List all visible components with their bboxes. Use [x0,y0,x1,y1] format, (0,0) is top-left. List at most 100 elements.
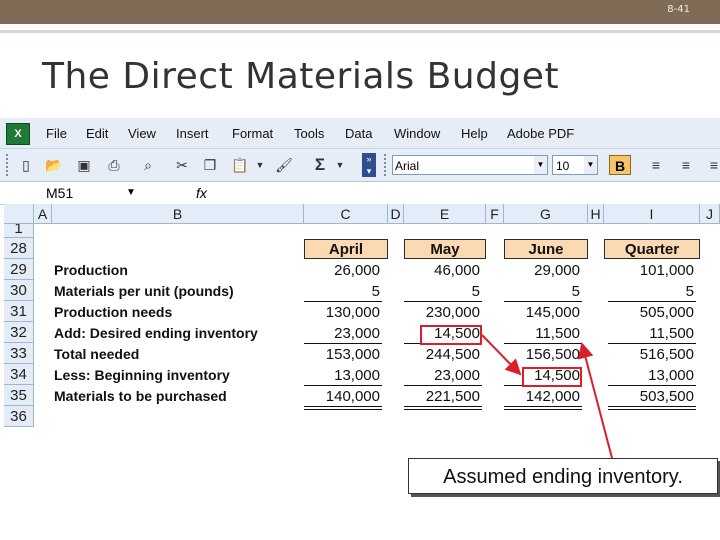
cell-june[interactable]: 156,500 [504,344,580,365]
fx-icon[interactable]: fx [196,183,207,203]
autosum-dropdown-icon[interactable]: ▼ [334,155,346,175]
excel-window: X File Edit View Insert Format Tools Dat… [0,118,720,438]
chevron-down-icon[interactable]: ▼ [126,183,136,203]
menu-file[interactable]: File [46,126,67,141]
save-icon[interactable]: ▣ [74,155,94,175]
cell-quarter[interactable]: 11,500 [604,323,694,344]
column-header-c[interactable]: C [304,204,388,224]
formatting-toolbar-grip[interactable] [384,154,390,176]
toolbar-options-icon[interactable]: » ▾ [362,153,376,177]
cell-april[interactable]: 5 [304,281,380,302]
cell-may[interactable]: 5 [404,281,480,302]
row-label-production[interactable]: Production [54,260,128,281]
row-header-1[interactable]: 1 [4,224,34,238]
cut-icon[interactable]: ✂ [172,155,192,175]
row-header-29[interactable]: 29 [4,259,34,280]
paste-icon[interactable]: 📋 [230,155,250,175]
cell-quarter[interactable]: 505,000 [604,302,694,323]
row-header-30[interactable]: 30 [4,280,34,301]
menu-view[interactable]: View [128,126,156,141]
cell-quarter[interactable]: 5 [604,281,694,302]
cell-june[interactable]: 145,000 [504,302,580,323]
annotation-callout: Assumed ending inventory. [408,458,720,497]
align-center-icon[interactable]: ≡ [676,155,696,175]
select-all-corner[interactable] [4,204,34,224]
menu-tools[interactable]: Tools [294,126,324,141]
align-right-icon[interactable]: ≡ [704,155,720,175]
chevron-down-icon[interactable]: ▼ [534,156,547,174]
name-box-value: M51 [46,185,74,201]
cell-april[interactable]: 153,000 [304,344,380,365]
row-header-36[interactable]: 36 [4,406,34,427]
row-header-31[interactable]: 31 [4,301,34,322]
cell-may[interactable]: 46,000 [404,260,480,281]
align-left-icon[interactable]: ≡ [646,155,666,175]
menu-adobe-pdf[interactable]: Adobe PDF [507,126,574,141]
font-name-select[interactable]: Arial ▼ [392,155,548,175]
cell-april[interactable]: 26,000 [304,260,380,281]
cell-june[interactable]: 29,000 [504,260,580,281]
cell-may[interactable]: 230,000 [404,302,480,323]
slide-divider [0,30,720,33]
column-header-g[interactable]: G [504,204,588,224]
menu-format[interactable]: Format [232,126,273,141]
cell-may[interactable]: 23,000 [404,365,480,386]
cell-april[interactable]: 13,000 [304,365,380,386]
row-header-33[interactable]: 33 [4,343,34,364]
cell-june[interactable]: 142,000 [504,386,580,407]
row-label-desired-ending-inventory[interactable]: Add: Desired ending inventory [54,323,258,344]
cell-quarter[interactable]: 101,000 [604,260,694,281]
new-document-icon[interactable]: ▯ [16,155,36,175]
menu-window[interactable]: Window [394,126,440,141]
row-label-materials-per-unit[interactable]: Materials per unit (pounds) [54,281,234,302]
row-header-32[interactable]: 32 [4,322,34,343]
research-icon[interactable]: ⌕ [138,155,158,175]
chevron-down-icon[interactable]: ▼ [584,156,597,174]
menu-edit[interactable]: Edit [86,126,108,141]
cell-may[interactable]: 244,500 [404,344,480,365]
cell-april[interactable]: 140,000 [304,386,380,407]
row-header-35[interactable]: 35 [4,385,34,406]
cell-april[interactable]: 23,000 [304,323,380,344]
menu-help[interactable]: Help [461,126,488,141]
column-header-a[interactable]: A [34,204,52,224]
menu-data[interactable]: Data [345,126,372,141]
paste-dropdown-icon[interactable]: ▼ [254,155,266,175]
row-label-beginning-inventory[interactable]: Less: Beginning inventory [54,365,230,386]
row-label-materials-to-be-purchased[interactable]: Materials to be purchased [54,386,227,407]
header-cell-may[interactable]: May [404,239,486,259]
header-cell-april[interactable]: April [304,239,388,259]
format-painter-icon[interactable]: 🖌 [274,155,294,175]
cell-quarter[interactable]: 503,500 [604,386,694,407]
cell-may[interactable]: 221,500 [404,386,480,407]
column-header-f[interactable]: F [486,204,504,224]
row-header-28[interactable]: 28 [4,238,34,259]
row-header-34[interactable]: 34 [4,364,34,385]
open-folder-icon[interactable]: 📂 [44,155,64,175]
row-label-total-needed[interactable]: Total needed [54,344,139,365]
bold-button[interactable]: B [609,155,631,175]
header-cell-june[interactable]: June [504,239,588,259]
font-size-select[interactable]: 10 ▼ [552,155,598,175]
excel-app-icon[interactable]: X [6,123,30,145]
cell-april[interactable]: 130,000 [304,302,380,323]
header-cell-quarter[interactable]: Quarter [604,239,700,259]
cell-quarter[interactable]: 516,500 [604,344,694,365]
copy-icon[interactable]: ❐ [200,155,220,175]
column-header-e[interactable]: E [404,204,486,224]
column-header-j[interactable]: J [700,204,720,224]
column-header-h[interactable]: H [588,204,604,224]
column-header-d[interactable]: D [388,204,404,224]
cell-june[interactable]: 5 [504,281,580,302]
menu-insert[interactable]: Insert [176,126,209,141]
column-header-i[interactable]: I [604,204,700,224]
cell-quarter[interactable]: 13,000 [604,365,694,386]
double-underline [304,409,382,410]
print-icon[interactable]: ⎙ [104,155,124,175]
cell-june[interactable]: 11,500 [504,323,580,344]
autosum-icon[interactable]: Σ [310,155,330,175]
column-header-b[interactable]: B [52,204,304,224]
name-box[interactable]: M51 [4,183,144,203]
row-label-production-needs[interactable]: Production needs [54,302,172,323]
toolbar-grip[interactable] [6,154,12,176]
